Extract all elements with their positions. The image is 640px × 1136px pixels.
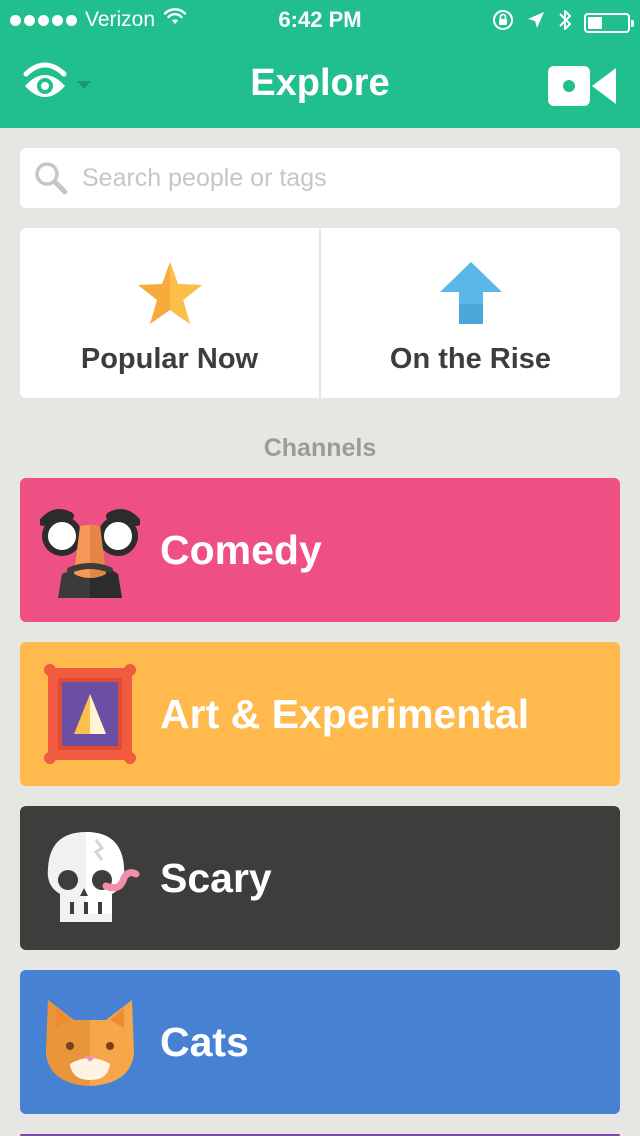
channel-comedy[interactable]: Comedy bbox=[20, 478, 620, 622]
channels-heading: Channels bbox=[263, 434, 377, 462]
app-header: Verizon 6:42 PM Explore bbox=[0, 0, 640, 128]
arrow-up-icon bbox=[438, 260, 504, 331]
video-camera-icon bbox=[548, 66, 616, 110]
on-the-rise-label: On the Rise bbox=[389, 343, 552, 375]
channel-cats[interactable]: Cats bbox=[20, 970, 620, 1114]
channel-scary[interactable]: Scary bbox=[20, 806, 620, 950]
framed-painting-icon bbox=[20, 642, 160, 786]
rotation-lock-icon bbox=[492, 9, 514, 37]
channel-art-experimental[interactable]: Art & Experimental bbox=[20, 642, 620, 786]
featured-row: Popular Now On the Rise bbox=[20, 228, 620, 398]
groucho-glasses-icon bbox=[20, 478, 160, 622]
page-title: Explore bbox=[250, 62, 390, 104]
bluetooth-icon bbox=[558, 8, 572, 38]
channel-label: Cats bbox=[160, 1018, 249, 1065]
battery-icon bbox=[584, 13, 634, 33]
cat-icon bbox=[20, 970, 160, 1114]
skull-icon bbox=[20, 806, 160, 950]
search-bar[interactable] bbox=[20, 148, 620, 208]
status-bar: Verizon 6:42 PM bbox=[0, 0, 640, 40]
status-right bbox=[492, 8, 634, 38]
search-input[interactable] bbox=[80, 162, 604, 194]
channel-label: Scary bbox=[160, 854, 272, 901]
channel-label: Art & Experimental bbox=[160, 690, 530, 737]
on-the-rise-button[interactable]: On the Rise bbox=[319, 228, 620, 398]
camera-button[interactable] bbox=[548, 66, 616, 111]
popular-now-button[interactable]: Popular Now bbox=[20, 228, 319, 398]
location-icon bbox=[526, 10, 546, 36]
star-icon bbox=[136, 260, 204, 331]
nav-bar: Explore bbox=[0, 40, 640, 128]
channel-label: Comedy bbox=[160, 526, 322, 573]
popular-now-label: Popular Now bbox=[80, 343, 259, 375]
search-icon bbox=[34, 161, 68, 195]
